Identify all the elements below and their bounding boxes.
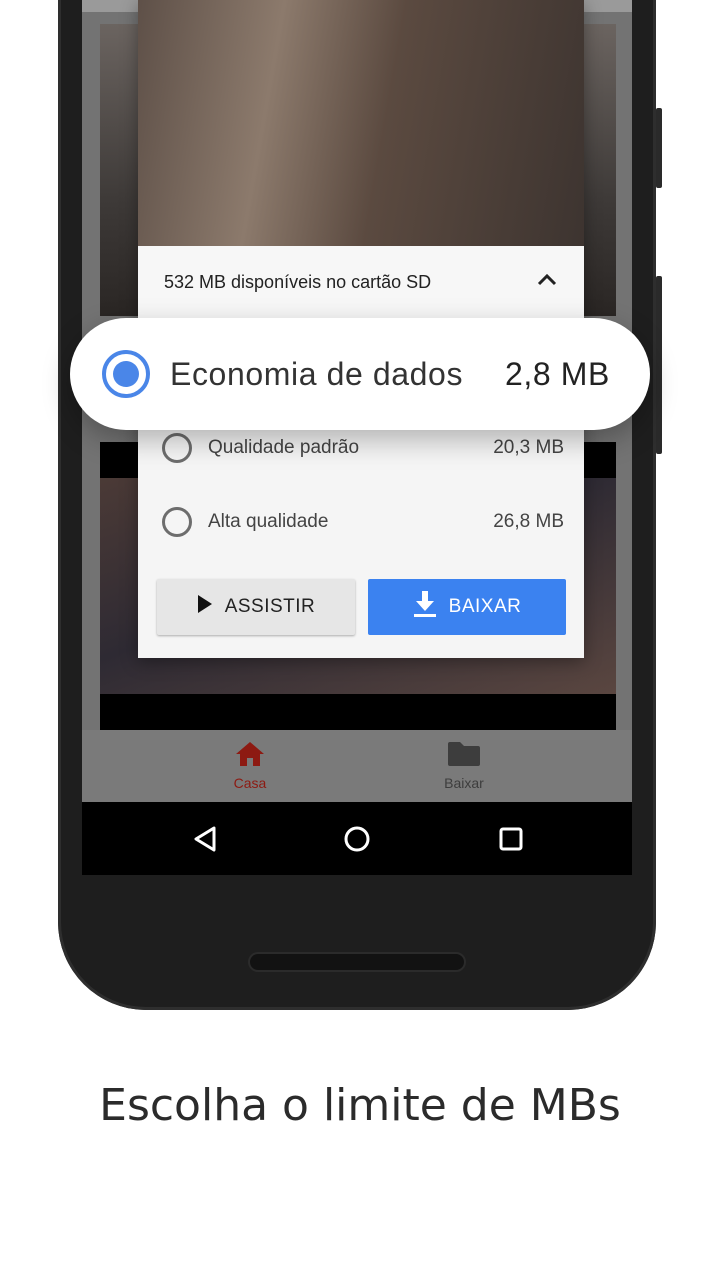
back-icon[interactable] (190, 824, 220, 854)
radio-dot (113, 361, 139, 387)
radio-button[interactable] (162, 433, 192, 463)
radio-button[interactable] (162, 507, 192, 537)
recents-icon[interactable] (496, 824, 526, 854)
promo-caption: Escolha o limite de MBs (99, 1080, 621, 1131)
download-button-label: BAIXAR (448, 596, 522, 617)
system-navigation-bar (82, 802, 632, 875)
phone-speaker (248, 952, 466, 972)
option-size: 26,8 MB (493, 511, 564, 532)
chevron-up-icon[interactable] (536, 273, 558, 292)
quality-option-data-saver[interactable]: Economia de dados 2,8 MB (70, 318, 650, 430)
storage-available-text: 532 MB disponíveis no cartão SD (164, 271, 432, 292)
play-icon (197, 594, 225, 620)
option-label: Qualidade padrão (208, 437, 360, 458)
video-preview-image (138, 0, 584, 246)
download-button[interactable]: BAIXAR (368, 579, 566, 635)
phone-volume-button (656, 276, 662, 454)
nav-item-label: Baixar (444, 775, 484, 791)
watch-button[interactable]: ASSISTIR (157, 579, 355, 635)
nav-item-download[interactable]: Baixar (404, 740, 524, 791)
radio-button-selected[interactable] (102, 350, 150, 398)
home-circle-icon[interactable] (342, 824, 372, 854)
nav-item-home[interactable]: Casa (190, 740, 310, 791)
option-label: Alta qualidade (208, 511, 329, 532)
storage-header[interactable]: 532 MB disponíveis no cartão SD (138, 246, 584, 318)
nav-item-label: Casa (233, 775, 267, 791)
option-size: 2,8 MB (505, 355, 610, 392)
home-icon (234, 742, 266, 772)
folder-icon (446, 742, 482, 772)
phone-power-button (656, 108, 662, 188)
quality-option-high[interactable]: Alta qualidade 26,8 MB (138, 494, 584, 550)
option-size: 20,3 MB (493, 437, 564, 458)
watch-button-label: ASSISTIR (224, 596, 316, 617)
download-icon (413, 590, 449, 624)
bottom-navigation: Casa Baixar (82, 730, 632, 802)
option-label: Economia de dados (170, 355, 464, 392)
